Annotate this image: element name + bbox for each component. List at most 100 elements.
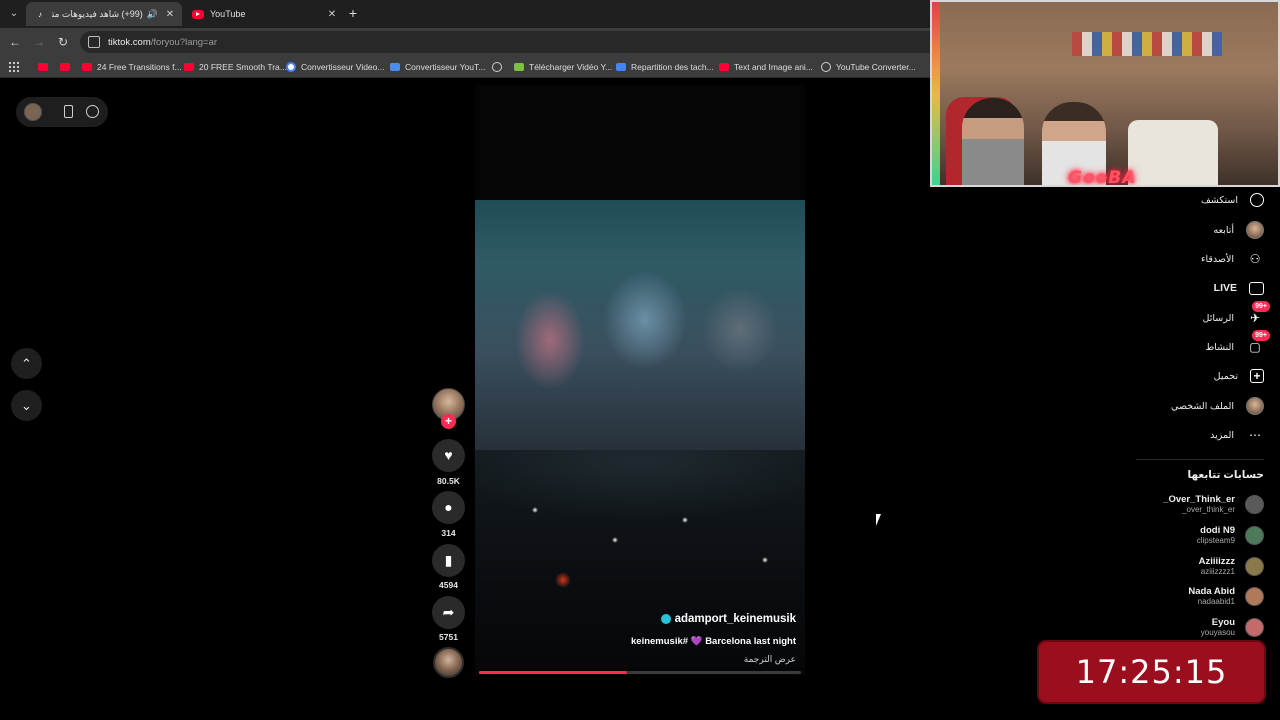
following-accounts-title: حسابات تتابعها [1187, 469, 1264, 481]
url-host: tiktok.com [108, 36, 151, 48]
see-translation-link[interactable]: عرض الترجمة [744, 654, 796, 665]
avatar[interactable] [24, 103, 42, 121]
save-count: 4594 [439, 580, 458, 590]
bookmark-item[interactable]: 20 FREE Smooth Tra... [184, 60, 287, 74]
sidebar-item-upload[interactable]: تحميل + [1214, 365, 1264, 387]
comment-icon: ● [444, 499, 453, 515]
following-account[interactable]: dodi N9 clipsteam9 [1197, 522, 1264, 548]
bookmark-item[interactable]: YouTube Converter... [821, 60, 916, 74]
new-tab-button[interactable]: + [344, 4, 362, 22]
youtube-icon [60, 63, 70, 71]
previous-video-button[interactable]: ⌃ [11, 348, 42, 379]
url-text[interactable]: tiktok.com/foryou?lang=ar [108, 37, 217, 48]
bookmark-item[interactable]: Convertisseur YouT... [390, 60, 485, 74]
sidebar-item-profile[interactable]: الملف الشخصي [1171, 395, 1264, 417]
next-video-button[interactable]: ⌄ [11, 390, 42, 421]
bookmark-icon: ▮ [444, 552, 453, 568]
account-username: youyasou [1200, 628, 1235, 637]
account-display-name: Nada Abid [1188, 586, 1235, 597]
account-username: _over_think_er [1182, 505, 1235, 514]
youtube-icon [82, 63, 92, 71]
video-progress-fill [479, 671, 628, 674]
like-count: 80.5K [437, 476, 460, 486]
top-controls-pill [16, 97, 108, 127]
sidebar-item-friends[interactable]: الأصدقاء ⚇ [1201, 248, 1264, 270]
converter-icon [390, 63, 400, 71]
bookmark-item[interactable]: Repartition des tach... [616, 60, 714, 74]
sidebar-divider [1136, 459, 1264, 460]
sidebar-item-live[interactable]: LIVE [1214, 277, 1264, 299]
sidebar-item-label: LIVE [1213, 282, 1237, 294]
sidebar-item-label: الملف الشخصي [1171, 400, 1234, 412]
verified-icon [660, 614, 671, 624]
following-account[interactable]: Aziiiizzz aziiizzzz1 [1199, 553, 1264, 579]
following-account[interactable]: Nada Abid nadaabid1 [1188, 583, 1264, 609]
sidebar-item-following[interactable]: أتابعه [1214, 219, 1264, 241]
speaker-icon[interactable]: 🔊 [147, 9, 158, 20]
sidebar-item-messages[interactable]: الرسائل ✈ 99+ [1203, 301, 1270, 329]
account-display-name: _Over_Think_er [1163, 494, 1235, 505]
share-count: 5751 [439, 632, 458, 642]
following-account[interactable]: Eyou youyasou [1201, 614, 1264, 640]
download-icon [514, 63, 524, 71]
account-display-name: Aziiiizzz [1198, 556, 1235, 567]
comment-count: 314 [441, 528, 456, 538]
video-player[interactable]: adamport_keinemusik keinemusik# 💜 Barcel… [475, 85, 805, 675]
video-author[interactable]: adamport_keinemusik [660, 613, 796, 625]
person [962, 98, 1024, 185]
compass-icon[interactable] [86, 105, 99, 118]
following-account[interactable]: _Over_Think_er _over_think_er [1163, 491, 1264, 517]
upload-icon: + [1250, 369, 1264, 383]
account-avatar [1245, 586, 1264, 606]
compass-icon [1250, 193, 1264, 207]
comment-button[interactable]: ● [432, 491, 465, 524]
hashtag[interactable]: keinemusik# [631, 636, 688, 647]
bookmark-item[interactable] [38, 60, 53, 74]
purple-heart-icon: 💜 [690, 636, 703, 647]
sidebar-item-explore[interactable]: استكشف [1201, 189, 1264, 211]
bookmark-item[interactable] [492, 60, 507, 74]
notification-badge: 99+ [1252, 330, 1270, 341]
share-icon: ➦ [442, 604, 455, 620]
bookmark-item[interactable]: Text and Image ani... [719, 60, 813, 74]
bookmark-item[interactable]: 24 Free Transitions f... [82, 60, 182, 74]
tab-search-icon[interactable]: ⌄ [4, 4, 24, 24]
youtube-icon [719, 63, 729, 71]
tab-youtube[interactable]: YouTube ✕ [184, 2, 344, 26]
clock-overlay: 17:25:15 [1037, 640, 1266, 704]
video-progress-bar[interactable] [479, 671, 801, 674]
webcam-led-strip [932, 2, 940, 185]
site-info-icon[interactable] [88, 36, 100, 48]
account-username: aziiizzzz1 [1200, 567, 1235, 576]
notification-badge: 99+ [1252, 301, 1270, 312]
tab-tiktok[interactable]: ♪ (99+) شاهد فيديوهات متصدر 🔊 ✕ [26, 2, 182, 26]
forward-button[interactable]: → [30, 33, 48, 51]
follow-plus-icon[interactable]: + [441, 414, 456, 429]
close-tab-icon[interactable]: ✕ [162, 9, 178, 20]
video-caption: keinemusik# 💜 Barcelona last night [631, 636, 796, 647]
bookmark-item[interactable]: Télécharger Vidéo Y... [514, 60, 612, 74]
mouse-cursor-icon [876, 514, 886, 526]
share-button[interactable]: ➦ [432, 596, 465, 629]
bookmark-label: Télécharger Vidéo Y... [529, 62, 613, 72]
sidebar-item-activity[interactable]: النشاط ▢ 99+ [1205, 330, 1270, 358]
bookmark-label: YouTube Converter... [836, 62, 916, 72]
back-button[interactable]: ← [6, 33, 24, 51]
caption-text: Barcelona last night [705, 636, 796, 647]
account-avatar [1245, 556, 1264, 576]
url-path: /foryou?lang=ar [150, 36, 218, 48]
close-tab-icon[interactable]: ✕ [324, 9, 340, 20]
youtube-icon [192, 9, 204, 19]
sidebar-item-more[interactable]: المزيد ⋯ [1210, 424, 1264, 446]
bookmark-item[interactable]: Convertisseur Video... [286, 60, 384, 74]
tiktok-icon: ♪ [38, 9, 42, 19]
save-button[interactable]: ▮ [432, 544, 465, 577]
apps-grid-icon[interactable] [8, 61, 19, 72]
like-button[interactable]: ♥ [432, 439, 465, 472]
bookmark-item[interactable] [60, 60, 75, 74]
music-disc[interactable] [433, 647, 464, 678]
phone-icon[interactable] [64, 105, 73, 118]
account-display-name: dodi N9 [1200, 525, 1235, 536]
bookmark-label: Text and Image ani... [734, 62, 813, 72]
reload-button[interactable]: ↻ [54, 33, 72, 51]
